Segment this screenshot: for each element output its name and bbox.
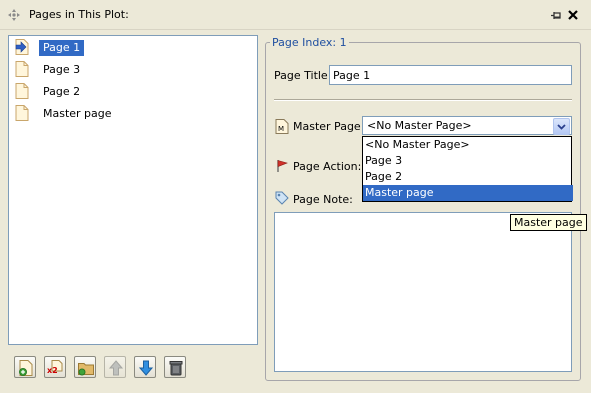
move-up-icon	[108, 360, 124, 376]
chevron-down-icon	[557, 124, 566, 130]
dropdown-option[interactable]: <No Master Page>	[363, 137, 573, 153]
new-page-icon	[19, 360, 33, 376]
list-item-master-page[interactable]: Master page	[13, 104, 253, 123]
move-down-button[interactable]	[134, 356, 156, 378]
delete-page-button[interactable]	[164, 356, 186, 378]
close-icon[interactable]	[567, 9, 579, 21]
duplicate-badge: x2	[47, 366, 58, 375]
page-title-input[interactable]	[329, 65, 572, 85]
list-item-page-1[interactable]: Page 1	[13, 38, 253, 57]
current-page-icon	[15, 39, 29, 55]
flag-icon	[277, 160, 288, 172]
list-item-page-2[interactable]: Page 2	[13, 82, 253, 101]
drag-handle-icon[interactable]	[8, 9, 20, 21]
tooltip: Master page	[510, 214, 587, 231]
tag-icon	[275, 191, 289, 205]
master-page-select[interactable]: <No Master Page>	[362, 116, 572, 135]
page-icon	[15, 61, 29, 77]
dropdown-button[interactable]	[553, 118, 570, 135]
move-up-button[interactable]	[104, 356, 126, 378]
pin-icon[interactable]	[550, 10, 562, 21]
dropdown-option[interactable]: Page 2	[363, 169, 573, 185]
svg-text:M: M	[278, 125, 284, 133]
page-icon	[15, 105, 29, 121]
master-page-dropdown-list[interactable]: <No Master Page> Page 3 Page 2 Master pa…	[362, 136, 573, 202]
page-action-label: Page Action:	[293, 160, 362, 173]
panel-title: Pages in This Plot:	[29, 8, 129, 21]
list-item-label: Page 3	[43, 63, 81, 76]
delete-icon	[169, 361, 183, 376]
import-button[interactable]	[74, 356, 96, 378]
page-index-legend: Page Index: 1	[270, 36, 349, 49]
master-page-selected-value: <No Master Page>	[367, 119, 472, 132]
list-item-label: Page 1	[39, 40, 85, 56]
page-note-textarea[interactable]	[274, 212, 572, 372]
new-page-button[interactable]	[14, 356, 36, 378]
separator	[274, 99, 572, 101]
master-page-label: Master Page:	[293, 120, 365, 133]
list-item-page-3[interactable]: Page 3	[13, 60, 253, 79]
master-page-icon: M	[275, 119, 289, 134]
move-down-icon	[138, 360, 154, 376]
duplicate-page-button[interactable]: x2	[44, 356, 66, 378]
list-item-label: Page 2	[43, 85, 81, 98]
dropdown-option[interactable]: Page 3	[363, 153, 573, 169]
folder-icon	[78, 363, 94, 376]
panel-title-bar: Pages in This Plot:	[0, 0, 591, 30]
page-icon	[15, 83, 29, 99]
page-list[interactable]: Page 1 Page 3 Page 2 Master page	[8, 35, 258, 345]
page-title-label: Page Title:	[274, 69, 332, 82]
page-note-label: Page Note:	[293, 193, 353, 206]
list-item-label: Master page	[43, 107, 112, 120]
dropdown-option-highlighted[interactable]: Master page	[363, 185, 573, 201]
